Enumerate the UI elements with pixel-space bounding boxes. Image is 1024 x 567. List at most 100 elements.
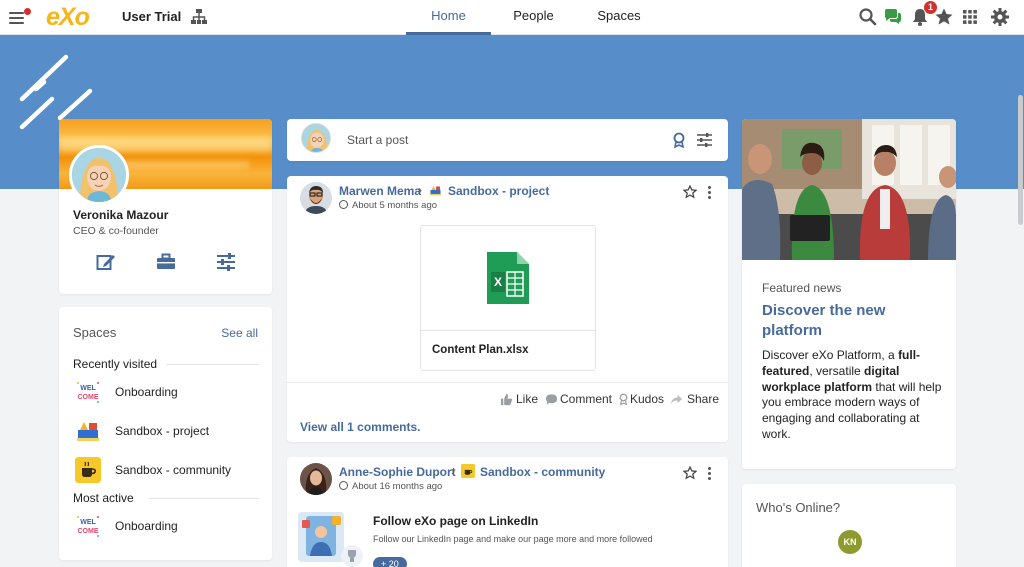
edit-icon[interactable]: [96, 253, 116, 271]
post-composer[interactable]: Start a post: [287, 119, 728, 161]
comment-button[interactable]: Comment: [545, 392, 612, 406]
file-name: Content Plan.xlsx: [432, 344, 529, 356]
space-name: Onboarding: [115, 519, 178, 533]
svg-text:WEL: WEL: [80, 519, 96, 526]
tab-people[interactable]: People: [491, 0, 576, 35]
top-bar: eXo User Trial Home People Spaces 1: [0, 0, 1024, 35]
thumbs-up-icon: [500, 393, 513, 406]
news-title[interactable]: Discover the new platform: [762, 301, 942, 341]
avatar[interactable]: [69, 145, 129, 205]
link-preview-description: Follow our LinkedIn page and make our pa…: [373, 534, 653, 544]
svg-text:WEL: WEL: [80, 385, 96, 392]
divider: [287, 382, 728, 383]
activity-timestamp: About 5 months ago: [339, 200, 437, 211]
tab-spaces[interactable]: Spaces: [576, 0, 662, 35]
tab-home[interactable]: Home: [406, 0, 491, 35]
view-all-comments-link[interactable]: View all 1 comments.: [300, 420, 421, 434]
svg-text:COME: COME: [78, 528, 99, 535]
recently-visited-label: Recently visited: [73, 357, 158, 371]
space-name: Onboarding: [115, 385, 178, 399]
kudos-badge-icon[interactable]: [672, 132, 686, 148]
share-button[interactable]: Share: [670, 392, 719, 406]
apps-grid-icon[interactable]: [960, 7, 980, 27]
clock-icon: [339, 200, 348, 209]
chevron-right-icon: ›: [418, 183, 422, 197]
site-map-icon[interactable]: [190, 8, 208, 26]
profile-name[interactable]: Veronika Mazour: [73, 208, 168, 222]
divider: [421, 330, 595, 331]
settings-sliders-icon[interactable]: [216, 253, 236, 271]
activity-author[interactable]: Anne-Sophie Duport: [339, 465, 456, 479]
notifications-button[interactable]: 1: [910, 1, 937, 27]
like-button[interactable]: Like: [500, 392, 538, 406]
activity-timestamp: About 16 months ago: [339, 481, 442, 492]
space-item-onboarding[interactable]: WEL COME Onboarding: [75, 378, 260, 406]
favorite-star-icon[interactable]: [683, 185, 697, 199]
favorite-star-icon[interactable]: [683, 466, 697, 480]
clock-icon: [339, 481, 348, 490]
space-item-sandbox-project[interactable]: Sandbox - project: [75, 417, 260, 445]
svg-text:X: X: [494, 275, 502, 289]
profile-job-title: CEO & co-founder: [73, 225, 159, 237]
briefcase-icon[interactable]: [156, 253, 176, 271]
svg-text:COME: COME: [78, 394, 99, 401]
star-icon[interactable]: [934, 7, 954, 27]
menu-notification-dot: [24, 8, 31, 15]
featured-news-card: Featured news Discover the new platform …: [742, 119, 956, 469]
avatar[interactable]: [300, 182, 332, 214]
more-options-icon[interactable]: [707, 185, 711, 199]
more-options-icon[interactable]: [707, 466, 711, 480]
see-all-spaces-link[interactable]: See all: [221, 326, 258, 340]
kudos-badge-icon: [619, 393, 628, 406]
page-scrollbar[interactable]: [1018, 35, 1024, 567]
user-avatar-illustration: [302, 124, 330, 152]
sandbox-project-icon: [430, 186, 441, 196]
company-name: User Trial: [122, 9, 182, 24]
space-name: Sandbox - project: [115, 424, 210, 438]
space-item-sandbox-community[interactable]: Sandbox - community: [75, 456, 260, 484]
welcome-icon: WEL COME: [75, 379, 101, 405]
brand-logo[interactable]: eXo: [46, 3, 90, 32]
chat-icon[interactable]: [883, 7, 903, 27]
space-name: Sandbox - community: [115, 463, 232, 477]
filter-sliders-icon[interactable]: [697, 133, 712, 147]
section-divider: [166, 364, 259, 365]
activity-space-link[interactable]: Sandbox - project: [448, 184, 549, 198]
hamburger-menu-icon[interactable]: [7, 8, 31, 28]
user-avatar-illustration: [72, 148, 126, 202]
file-attachment-card[interactable]: X Content Plan.xlsx: [420, 225, 596, 371]
activity-author[interactable]: Marwen Mema: [339, 184, 421, 198]
whos-online-title: Who's Online?: [756, 500, 841, 515]
space-item-onboarding[interactable]: WEL COME Onboarding: [75, 512, 260, 540]
gear-icon[interactable]: [990, 7, 1010, 27]
spaces-title: Spaces: [73, 325, 117, 340]
section-divider: [149, 498, 259, 499]
most-active-label: Most active: [73, 491, 134, 505]
featured-news-label: Featured news: [762, 281, 842, 295]
avatar: [301, 123, 331, 153]
activity-card: Marwen Mema › Sandbox - project About 5 …: [287, 176, 728, 442]
news-cover-image[interactable]: [742, 119, 956, 260]
scrollbar-thumb[interactable]: [1018, 95, 1023, 225]
news-summary: Discover eXo Platform, a full-featured, …: [762, 348, 942, 441]
activity-space-link[interactable]: Sandbox - community: [480, 465, 605, 479]
sandbox-project-icon: [75, 418, 101, 444]
avatar[interactable]: [300, 463, 332, 495]
profile-card: Veronika Mazour CEO & co-founder: [59, 119, 272, 294]
online-user-avatar[interactable]: KN: [838, 530, 862, 554]
comment-icon: [545, 394, 558, 405]
coffee-icon: [75, 457, 101, 483]
link-preview-title[interactable]: Follow eXo page on LinkedIn: [373, 514, 538, 528]
post-composer-placeholder[interactable]: Start a post: [347, 133, 408, 147]
search-icon[interactable]: [858, 7, 878, 27]
spaces-card: Spaces See all Recently visited WEL COME…: [59, 307, 272, 560]
welcome-icon: WEL COME: [75, 513, 101, 539]
linkedin-promo-thumbnail[interactable]: [296, 510, 364, 567]
excel-file-icon: X: [487, 252, 529, 304]
main-nav: Home People Spaces: [406, 0, 662, 35]
chevron-right-icon: ›: [451, 464, 455, 478]
more-reactions-chip[interactable]: + 20: [373, 557, 407, 567]
activity-card: Anne-Sophie Duport › Sandbox - community…: [287, 457, 728, 567]
whos-online-card: Who's Online? KN: [742, 484, 956, 567]
kudos-button[interactable]: Kudos: [617, 392, 664, 406]
